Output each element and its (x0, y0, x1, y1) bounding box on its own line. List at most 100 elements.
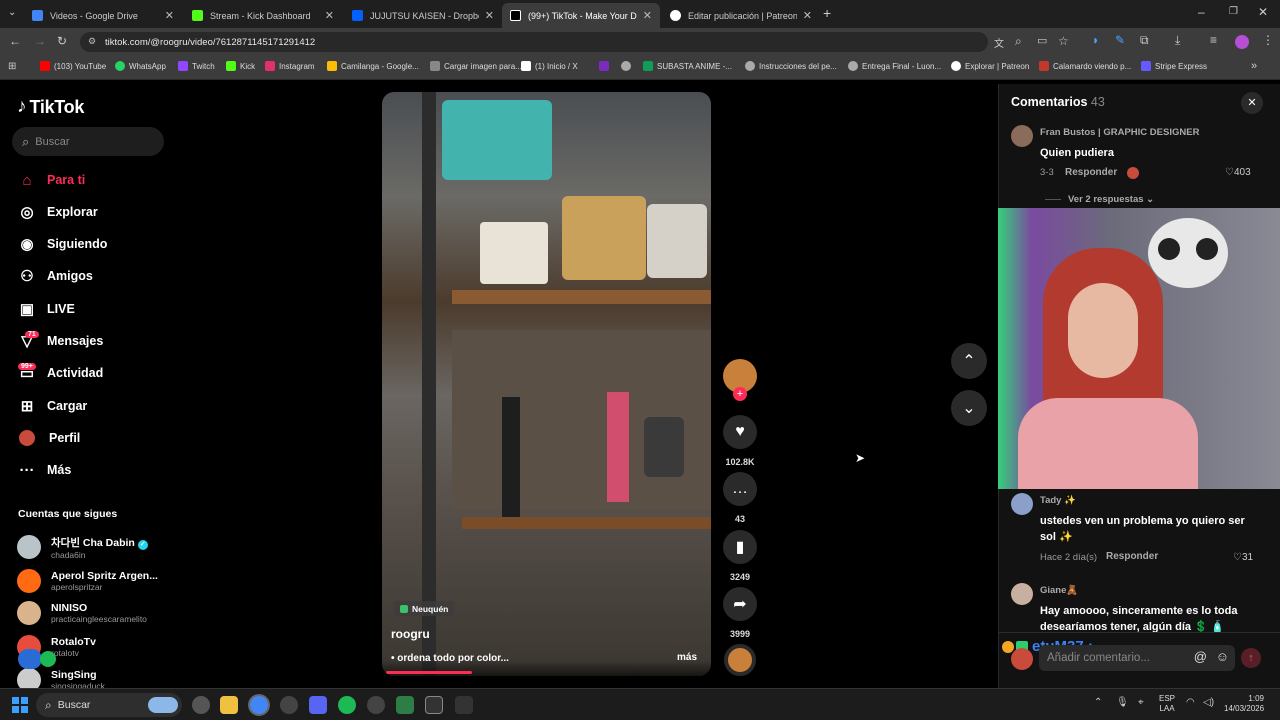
bookmark-instagram[interactable]: Instagram (265, 61, 315, 71)
commenter-name[interactable]: Tady ✨ (1040, 495, 1076, 506)
followed-account[interactable]: NINISO practicaingleescaramelito (17, 600, 147, 626)
close-tab-icon[interactable]: ✕ (485, 9, 494, 22)
location-tag[interactable]: Neuquén (394, 601, 455, 616)
comment-like-button[interactable]: ♡31 (1233, 552, 1253, 563)
bookmark-instrucciones[interactable]: Instrucciones del pe... (745, 61, 837, 71)
taskbar-app-icon[interactable] (455, 696, 473, 714)
caption-more-link[interactable]: más (677, 652, 697, 663)
save-button[interactable]: ▮ 3249 (722, 530, 758, 582)
location-icon[interactable]: ⌖ (1138, 697, 1144, 708)
bookmark-cargar-imagen[interactable]: Cargar imagen para... (430, 61, 522, 71)
like-button[interactable]: ♥ 102.8K (722, 415, 758, 467)
nav-amigos[interactable]: ⚇ Amigos (17, 264, 93, 288)
zoom-icon[interactable]: ⌕ (1015, 34, 1022, 49)
close-tab-icon[interactable]: ✕ (803, 9, 812, 22)
emoji-icon[interactable]: ☺ (1216, 649, 1229, 664)
tab-google-drive[interactable]: Videos - Google Drive ✕ (24, 3, 182, 28)
close-comments-icon[interactable]: ✕ (1241, 92, 1263, 114)
bookmark-twitch[interactable]: Twitch (178, 61, 215, 71)
tiktok-logo[interactable]: ♪ TikTok (17, 96, 84, 118)
commenter-avatar[interactable] (1011, 583, 1033, 605)
taskbar-search[interactable]: ⌕ Buscar (36, 693, 182, 717)
site-info-icon[interactable]: ⚙ (88, 36, 96, 47)
bookmark-camilanga[interactable]: Camilanga - Google... (327, 61, 419, 71)
tab-search-icon[interactable]: ⌄ (8, 7, 16, 18)
bookmark-star-icon[interactable]: ☆ (1058, 34, 1069, 48)
nav-cargar[interactable]: ⊞ Cargar (17, 394, 88, 418)
taskbar-app-icon[interactable] (367, 696, 385, 714)
commenter-name[interactable]: Fran Bustos | GRAPHIC DESIGNER (1040, 127, 1199, 138)
url-bar[interactable]: ⚙ tiktok.com/@roogru/video/7612871145171… (80, 32, 988, 52)
previous-video-button[interactable]: ⌃ (951, 343, 987, 379)
tray-chevron-icon[interactable]: ⌃ (1094, 697, 1102, 708)
extension-icon[interactable]: ◗ (1092, 33, 1099, 47)
share-button[interactable]: ➦ 3999 (722, 587, 758, 639)
bookmark-purple[interactable] (599, 61, 613, 71)
window-close-icon[interactable]: ✕ (1258, 5, 1268, 19)
commenter-name[interactable]: Giane🧸 (1040, 585, 1078, 596)
nav-mas[interactable]: ··· Más (17, 458, 72, 482)
follow-plus-icon[interactable]: + (733, 387, 747, 401)
close-tab-icon[interactable]: ✕ (643, 9, 652, 22)
extension-icon[interactable]: ✎ (1115, 33, 1125, 47)
tab-kick[interactable]: Stream - Kick Dashboard ✕ (184, 3, 342, 28)
search-input[interactable]: Buscar (35, 136, 69, 148)
microphone-icon[interactable]: 🎙 (1116, 697, 1129, 708)
taskbar-app-icon[interactable] (425, 696, 443, 714)
tab-tiktok[interactable]: (99+) TikTok - Make Your Da ✕ (502, 3, 660, 28)
start-icon[interactable] (12, 697, 28, 713)
overlay-power-icon[interactable] (40, 651, 56, 667)
new-tab-icon[interactable]: + (823, 5, 831, 21)
followed-account[interactable]: 차다빈 Cha Dabin ✓ chada6in (17, 534, 148, 560)
obs-icon[interactable] (280, 696, 298, 714)
mention-icon[interactable]: @ (1194, 649, 1207, 664)
volume-icon[interactable]: ◁) (1203, 697, 1214, 708)
nav-explorar[interactable]: ◎ Explorar (17, 200, 97, 224)
overlay-widget-icon[interactable] (18, 649, 42, 669)
tab-dropbox[interactable]: JUJUTSU KAISEN - Dropbox ✕ (344, 3, 502, 28)
file-explorer-icon[interactable] (220, 696, 238, 714)
creator-avatar[interactable]: + (722, 359, 758, 401)
taskbar-app-icon[interactable] (192, 696, 210, 714)
post-comment-button[interactable]: ↑ (1241, 648, 1261, 668)
extensions-puzzle-icon[interactable]: ⧉ (1140, 33, 1149, 48)
followed-account[interactable]: Aperol Spritz Argen... aperolspritzar (17, 568, 158, 594)
comment-like-button[interactable]: ♡403 (1225, 167, 1251, 178)
video-author[interactable]: roogru (391, 627, 430, 641)
apps-icon[interactable]: ⊞ (8, 61, 16, 72)
translate-icon[interactable]: 文 (994, 35, 1004, 50)
commenter-avatar[interactable] (1011, 493, 1033, 515)
bookmark-x[interactable]: (1) Inicio / X (521, 61, 578, 71)
clock[interactable]: 1:09 14/03/2026 (1224, 694, 1264, 714)
view-replies-button[interactable]: Ver 2 respuestas ⌄ (1068, 194, 1154, 205)
comment-button[interactable]: … 43 (722, 472, 758, 524)
next-video-button[interactable]: ⌄ (951, 390, 987, 426)
reload-icon[interactable]: ↻ (57, 34, 67, 48)
close-tab-icon[interactable]: ✕ (325, 9, 334, 22)
cast-icon[interactable]: ▭ (1037, 34, 1047, 47)
taskbar-app-icon[interactable] (396, 696, 414, 714)
search-box[interactable]: ⌕ Buscar (12, 127, 164, 156)
nav-siguiendo[interactable]: ◉ Siguiendo (17, 232, 107, 256)
bookmark-stripe[interactable]: Stripe Express (1141, 61, 1207, 71)
discord-icon[interactable] (309, 696, 327, 714)
menu-icon[interactable]: ⋮ (1262, 33, 1274, 47)
bookmark-subasta[interactable]: SUBASTA ANIME -... (643, 61, 732, 71)
bookmark-calamardo[interactable]: Calamardo viendo p... (1039, 61, 1131, 71)
chrome-icon[interactable] (250, 696, 268, 714)
commenter-avatar[interactable] (1011, 125, 1033, 147)
nav-perfil[interactable]: Perfil (17, 426, 80, 450)
tab-search-icon[interactable]: ≡ (1210, 33, 1217, 47)
more-bookmarks-icon[interactable]: » (1251, 60, 1257, 72)
language-indicator[interactable]: ESP LAA (1159, 694, 1175, 714)
tab-patreon[interactable]: Editar publicación | Patreon ✕ (662, 3, 820, 28)
wifi-icon[interactable]: ◠ (1186, 697, 1195, 708)
restore-icon[interactable]: ❐ (1229, 6, 1238, 17)
close-tab-icon[interactable]: ✕ (165, 9, 174, 22)
bookmark-entrega[interactable]: Entrega Final - Luon... (848, 61, 941, 71)
comment-input[interactable]: Añadir comentario... @ ☺ (1039, 645, 1235, 671)
reply-button[interactable]: Responder (1065, 167, 1117, 178)
bookmark-kick[interactable]: Kick (226, 61, 255, 71)
video-player[interactable]: Neuquén roogru • ordena todo por color..… (382, 92, 711, 676)
minimize-icon[interactable]: – (1198, 5, 1205, 19)
